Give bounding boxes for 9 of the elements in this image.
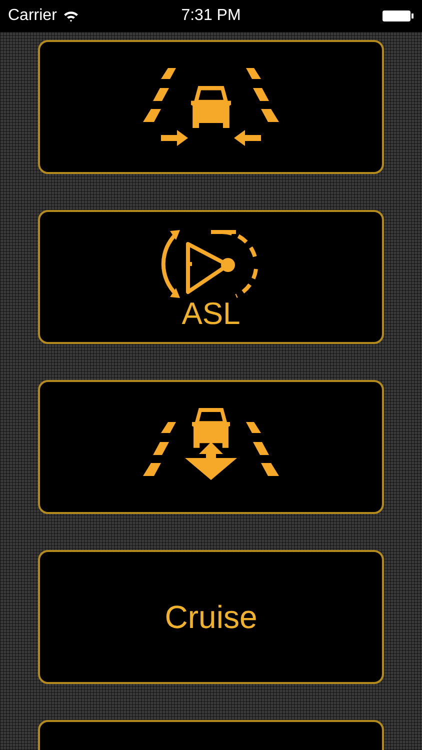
wifi-icon [62,10,79,22]
feature-tile[interactable]: ASL [38,210,384,344]
feature-tile[interactable] [38,380,384,514]
lane-assist-icon [141,66,281,148]
feature-tile[interactable] [38,40,384,174]
feature-tile[interactable]: Cruise [38,550,384,684]
clock: 7:31 PM [181,7,241,24]
battery-icon [382,10,414,22]
carrier-label: Carrier [8,7,57,25]
